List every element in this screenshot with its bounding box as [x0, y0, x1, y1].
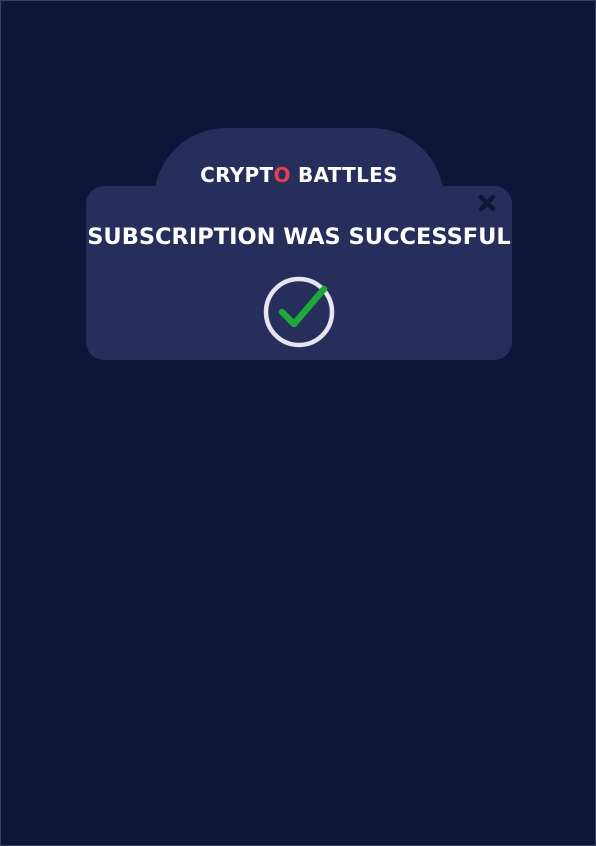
brand-text-end: BATTLES — [290, 163, 398, 187]
brand-accent-letter: O — [273, 163, 291, 187]
close-icon — [478, 194, 496, 212]
success-modal: CRYPTO BATTLES SUBSCRIPTION WAS SUCCESSF… — [86, 128, 512, 360]
close-button[interactable] — [475, 191, 499, 215]
check-circle-icon — [263, 276, 335, 348]
brand-text-start: CRYPT — [200, 163, 274, 187]
page: CRYPTO BATTLES SUBSCRIPTION WAS SUCCESSF… — [0, 0, 596, 846]
brand-logo: CRYPTO BATTLES — [154, 162, 444, 188]
success-title: SUBSCRIPTION WAS SUCCESSFUL — [87, 224, 511, 250]
